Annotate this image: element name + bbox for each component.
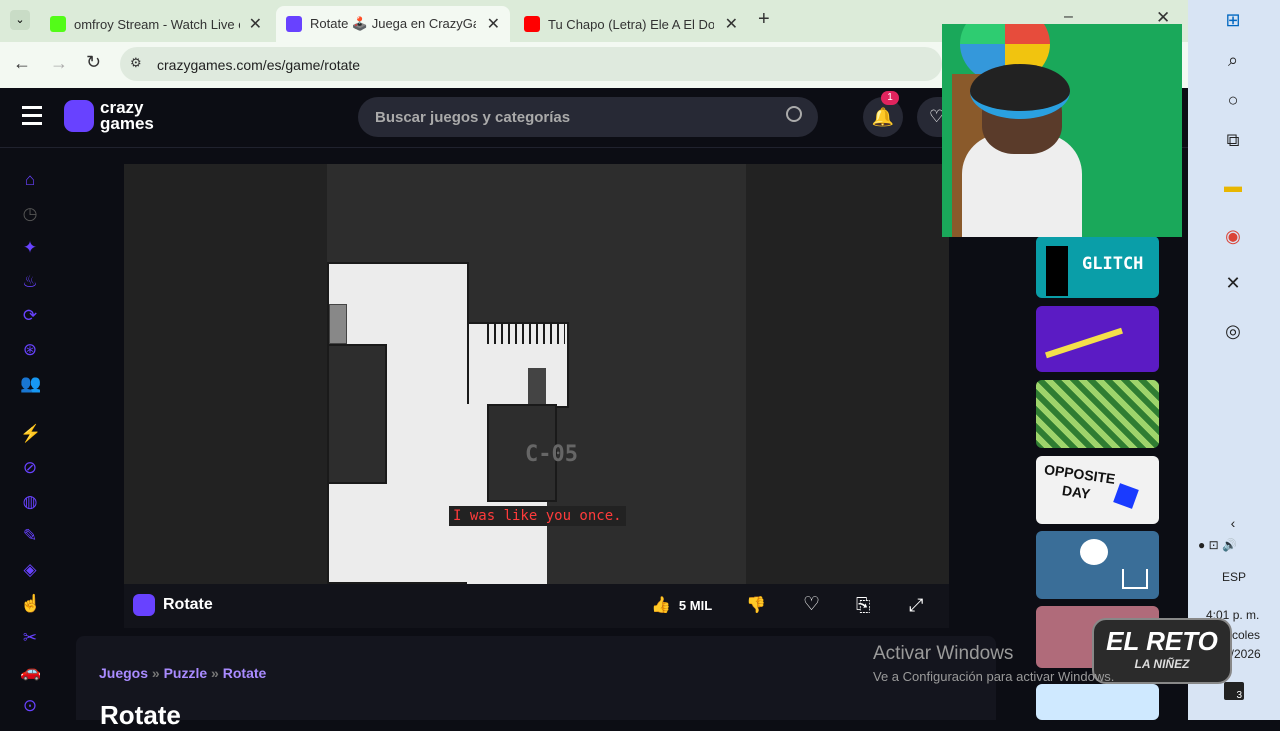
car-icon[interactable]: 🚗 bbox=[20, 662, 41, 682]
search-icon[interactable]: ⌕ bbox=[1222, 49, 1244, 71]
zigzag-line bbox=[1045, 327, 1123, 359]
forward-icon[interactable]: → bbox=[50, 53, 68, 74]
game-caption: I was like you once. bbox=[449, 506, 626, 526]
kick-icon bbox=[50, 16, 66, 32]
game-thumb-blocks[interactable] bbox=[1036, 684, 1159, 720]
tray-icons[interactable]: ● ⊡ 🔊 bbox=[1198, 538, 1237, 552]
reload-icon[interactable]: ↻ bbox=[86, 52, 101, 73]
game-thumb-egg[interactable] bbox=[1036, 531, 1159, 599]
glitch-figure bbox=[1046, 246, 1068, 296]
tab-youtube[interactable]: Tu Chapo (Letra) Ele A El Domin ✕ bbox=[514, 6, 748, 42]
game-thumb-glitch[interactable]: GLITCH bbox=[1036, 236, 1159, 298]
spikes bbox=[487, 324, 565, 344]
back-icon[interactable]: ← bbox=[13, 53, 31, 74]
egg-shape bbox=[1080, 539, 1108, 565]
close-tab-icon[interactable]: ✕ bbox=[487, 14, 500, 34]
originals-icon[interactable]: ⊛ bbox=[20, 340, 40, 360]
crazygames-icon bbox=[286, 16, 302, 32]
breadcrumb: Juegos » Puzzle » Rotate bbox=[99, 665, 267, 681]
cooking-icon[interactable]: ✂ bbox=[20, 628, 40, 648]
tab-kick[interactable]: omfroy Stream - Watch Live on ✕ bbox=[40, 6, 272, 42]
share-button[interactable]: ⎘ bbox=[856, 590, 870, 620]
trending-icon[interactable]: ♨ bbox=[20, 272, 40, 292]
url-field[interactable]: ⚙ crazygames.com/es/game/rotate bbox=[120, 47, 942, 81]
home-icon[interactable]: ⌂ bbox=[20, 170, 40, 190]
game-bar: Rotate 👍 5 MIL 👎 ♡ ⎘ ⤢ bbox=[124, 584, 949, 628]
blue-cube bbox=[1113, 483, 1139, 509]
action-icon[interactable]: ⚡ bbox=[20, 424, 41, 444]
game-title: Rotate bbox=[163, 596, 213, 613]
game-logo-icon bbox=[133, 594, 155, 616]
cortana-icon[interactable]: ○ bbox=[1222, 89, 1244, 111]
game-frame[interactable]: C-05 I was like you once. bbox=[124, 164, 949, 584]
adventure-icon[interactable]: ⊘ bbox=[20, 458, 40, 478]
game-thumb-geometry[interactable] bbox=[1036, 306, 1159, 372]
clock-day: coles bbox=[1232, 628, 1261, 642]
game-thumb-opposite-day[interactable]: OPPOSITE DAY bbox=[1036, 456, 1159, 524]
breadcrumb-link[interactable]: Puzzle bbox=[164, 665, 208, 681]
file-explorer-icon[interactable]: ▬ bbox=[1222, 175, 1244, 197]
chevron-left-icon[interactable]: ‹ bbox=[1222, 512, 1244, 534]
breadcrumb-link[interactable]: Rotate bbox=[223, 665, 267, 681]
beauty-icon[interactable]: ✎ bbox=[20, 526, 40, 546]
driving-icon[interactable]: ⊙ bbox=[20, 696, 40, 716]
breadcrumb-link[interactable]: Juegos bbox=[99, 665, 148, 681]
site-logo[interactable]: crazy games bbox=[64, 98, 174, 138]
webcam-cap bbox=[970, 64, 1070, 119]
like-button[interactable]: 👍 5 MIL bbox=[651, 591, 723, 621]
webcam-overlay bbox=[942, 24, 1182, 237]
menu-icon[interactable] bbox=[22, 106, 42, 126]
game-thumb-maze[interactable] bbox=[1036, 380, 1159, 448]
tab-list-dropdown[interactable]: ⌄ bbox=[10, 10, 30, 30]
windows-start-icon[interactable]: ⊞ bbox=[1222, 9, 1244, 31]
exit-door bbox=[329, 304, 347, 344]
wall-block bbox=[327, 344, 387, 484]
youtube-icon bbox=[524, 16, 540, 32]
favorite-button[interactable]: ♡ bbox=[803, 590, 820, 620]
task-view-icon[interactable]: ⧉ bbox=[1222, 129, 1244, 151]
logo-icon bbox=[64, 100, 94, 132]
game-canvas[interactable]: C-05 I was like you once. bbox=[327, 164, 746, 584]
close-tab-icon[interactable]: ✕ bbox=[725, 14, 738, 34]
new-icon[interactable]: ✦ bbox=[20, 238, 40, 258]
language-indicator[interactable]: ESP bbox=[1222, 570, 1246, 584]
capcut-icon[interactable]: ✕ bbox=[1222, 272, 1244, 294]
chrome-icon[interactable]: ◉ bbox=[1222, 225, 1244, 247]
updated-icon[interactable]: ⟳ bbox=[20, 306, 40, 326]
obs-icon[interactable]: ◎ bbox=[1222, 320, 1244, 342]
search-icon[interactable] bbox=[786, 106, 802, 122]
recent-icon[interactable]: ◷ bbox=[20, 204, 40, 224]
level-label: C-05 bbox=[525, 442, 578, 467]
site-info-icon[interactable]: ⚙ bbox=[130, 55, 142, 71]
page-title: Rotate bbox=[100, 700, 181, 730]
close-tab-icon[interactable]: ✕ bbox=[249, 14, 262, 34]
clicker-icon[interactable]: ☝ bbox=[20, 594, 41, 614]
new-tab-button[interactable]: + bbox=[758, 8, 770, 31]
notifications-button[interactable]: 🔔 1 bbox=[863, 91, 903, 137]
thumbs-up-icon: 👍 bbox=[651, 597, 671, 614]
player-character bbox=[528, 368, 546, 404]
windows-activation-watermark: Activar Windows Ve a Configuración para … bbox=[873, 643, 1115, 684]
multiplayer-icon[interactable]: 👥 bbox=[20, 374, 41, 394]
bike-icon[interactable]: ◈ bbox=[20, 560, 40, 580]
category-sidebar: ⌂ ◷ ✦ ♨ ⟳ ⊛ 👥 ⚡ ⊘ ◍ ✎ ◈ ☝ ✂ 🚗 ⊙ bbox=[0, 148, 60, 720]
bell-icon: 🔔 bbox=[871, 107, 895, 127]
basketball-icon[interactable]: ◍ bbox=[20, 492, 40, 512]
fullscreen-button[interactable]: ⤢ bbox=[909, 590, 923, 620]
dislike-button[interactable]: 👎 bbox=[746, 591, 766, 621]
notification-badge: 1 bbox=[881, 91, 899, 105]
cup-shape bbox=[1122, 569, 1148, 589]
tab-crazygames[interactable]: Rotate 🕹️ Juega en CrazyGames ✕ bbox=[276, 6, 510, 42]
action-center-icon[interactable]: 3 bbox=[1224, 682, 1244, 701]
search-input[interactable]: Buscar juegos y categorías bbox=[358, 97, 818, 137]
